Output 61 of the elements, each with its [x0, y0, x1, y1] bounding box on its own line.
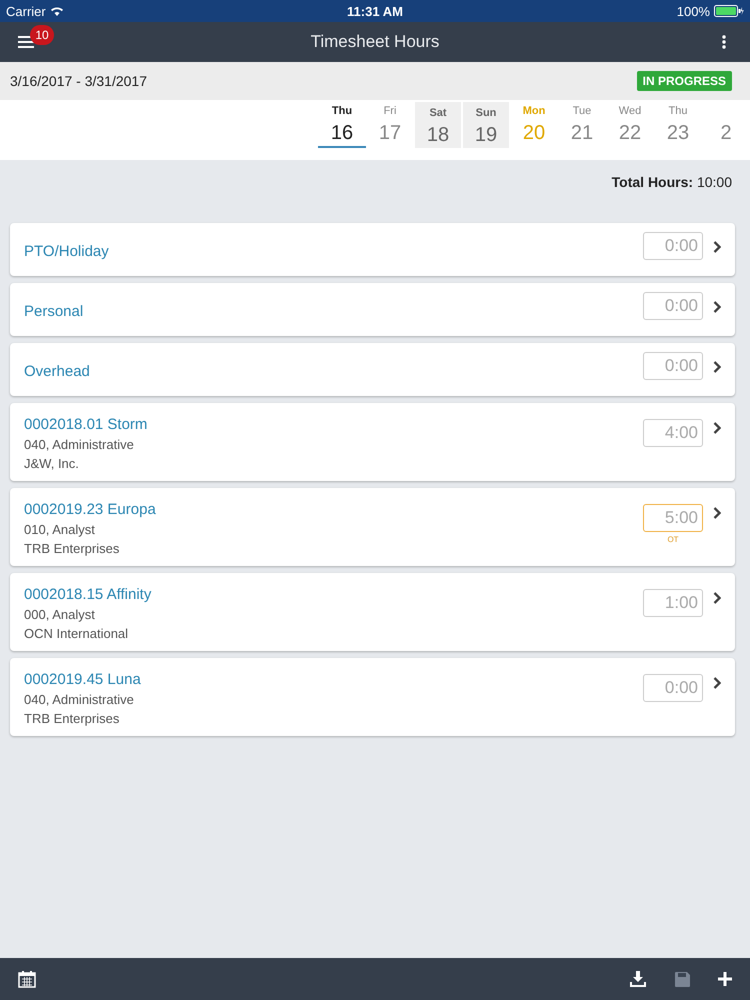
total-hours: Total Hours: 10:00 [612, 174, 732, 192]
timesheet-card[interactable]: 0002019.23 Europa 010, Analyst TRB Enterprises 5:00 OT [10, 488, 735, 566]
timesheet-card[interactable]: 0002018.01 Storm 040, Administrative J&W, Inc. 4:00 [10, 403, 735, 481]
battery-label: 100% [676, 4, 710, 18]
chevron-icon [713, 241, 721, 253]
clock-label: 11:31 AM [347, 4, 403, 18]
timesheet-card[interactable]: PTO/Holiday 0:00 [10, 223, 735, 276]
timesheet-card[interactable]: Overhead 0:00 [10, 343, 735, 396]
entry-title: PTO/Holiday [24, 242, 110, 260]
chevron-icon [713, 301, 721, 313]
day-tab[interactable]: Sat 18 [415, 102, 461, 148]
day-tab[interactable]: 2 [702, 100, 750, 160]
entry-title: Personal [24, 302, 84, 320]
hours-field[interactable]: 1:00 [643, 589, 703, 617]
calendar-icon[interactable] [18, 970, 36, 988]
hours-field[interactable]: 0:00 [643, 232, 703, 260]
day-tab[interactable]: Thu 23 [654, 100, 702, 160]
entry-title: 0002018.15 Affinity [24, 586, 152, 603]
day-tab[interactable]: Mon 20 [510, 100, 558, 160]
chevron-icon [713, 507, 721, 519]
carrier-label: Carrier [6, 4, 46, 18]
hours-field[interactable]: 0:00 [643, 292, 703, 320]
page-title: Timesheet Hours [310, 32, 440, 52]
day-tab[interactable]: Wed 22 [606, 100, 654, 160]
entry-detail: J&W, Inc. [24, 456, 80, 471]
entry-title: 0002019.45 Luna [24, 671, 142, 688]
more-icon[interactable] [722, 35, 726, 49]
entry-detail: TRB Enterprises [24, 541, 120, 556]
entry-title: 0002018.01 Storm [24, 416, 148, 433]
timesheet-card[interactable]: 0002018.15 Affinity 000, Analyst OCN International 1:00 [10, 573, 735, 651]
day-tab[interactable]: Sun 19 [463, 102, 509, 148]
wifi-icon [50, 6, 64, 16]
battery-icon [714, 5, 744, 17]
entry-detail: 010, Analyst [24, 522, 96, 537]
hours-field[interactable]: 5:00 [643, 504, 703, 532]
entry-detail: 040, Administrative [24, 692, 135, 707]
chevron-icon [713, 361, 721, 373]
add-icon[interactable] [718, 972, 732, 986]
chevron-icon [713, 592, 721, 604]
entry-title: 0002019.23 Europa [24, 501, 157, 518]
entry-detail: 040, Administrative [24, 437, 135, 452]
overtime-label: OT [667, 535, 679, 544]
day-tab[interactable]: Tue 21 [558, 100, 606, 160]
save-icon[interactable] [675, 972, 690, 986]
day-tab[interactable]: Thu 16 [318, 100, 366, 148]
chevron-icon [713, 677, 721, 689]
day-tab[interactable]: Fri 17 [366, 100, 414, 160]
hours-field[interactable]: 4:00 [643, 419, 703, 447]
download-icon[interactable] [629, 970, 647, 988]
chevron-icon [713, 422, 721, 434]
date-range: 3/16/2017 - 3/31/2017 [10, 73, 148, 89]
entry-detail: TRB Enterprises [24, 711, 120, 726]
entry-detail: OCN International [24, 626, 130, 641]
status-badge: IN PROGRESS [636, 71, 732, 91]
timesheet-card[interactable]: Personal 0:00 [10, 283, 735, 336]
notification-badge: 10 [30, 25, 54, 45]
hours-field[interactable]: 0:00 [643, 352, 703, 380]
timesheet-card[interactable]: 0002019.45 Luna 040, Administrative TRB Enterprises 0:00 [10, 658, 735, 736]
entry-detail: 000, Analyst [24, 607, 96, 622]
hours-field[interactable]: 0:00 [643, 674, 703, 702]
entry-title: Overhead [24, 362, 91, 380]
